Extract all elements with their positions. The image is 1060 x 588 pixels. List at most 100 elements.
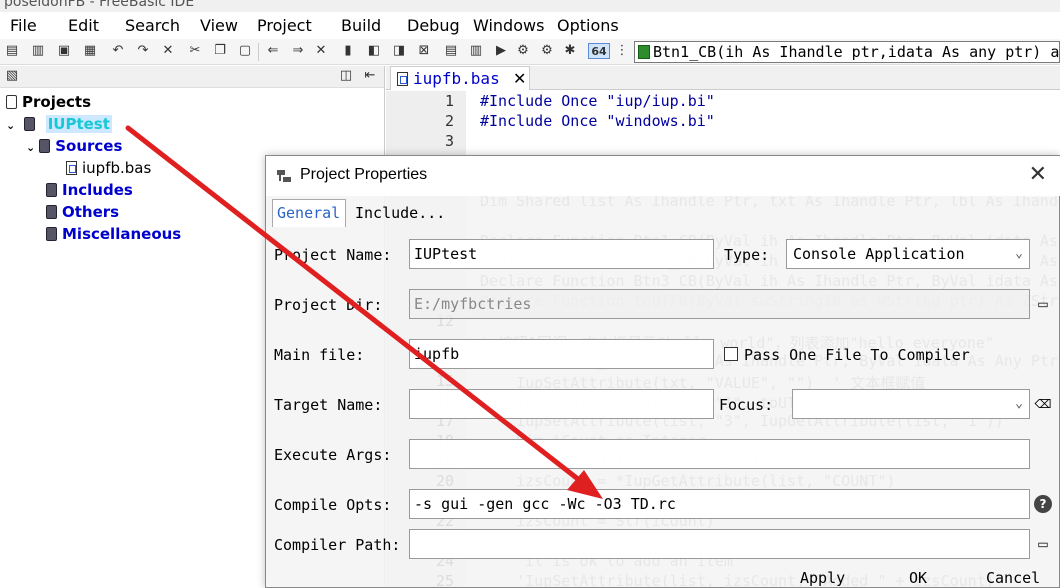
tree-misc-node[interactable]: Miscellaneous [46, 225, 181, 243]
execute-args-input[interactable] [409, 439, 1030, 469]
compile-opts-label: Compile Opts: [274, 496, 392, 514]
compiler-path-input[interactable] [409, 529, 1030, 559]
window-title: poseidonFB - FreeBasic IDE [4, 0, 195, 10]
close-icon[interactable]: ✕ [1029, 162, 1047, 187]
source-file-label: iupfb.bas [82, 159, 152, 177]
bookmark-icon[interactable]: ▮ [340, 43, 356, 59]
pass-one-file-checkbox[interactable] [724, 347, 738, 361]
folder-icon [46, 205, 57, 219]
project-name-input[interactable]: IUPtest [409, 239, 714, 269]
bas-file-icon [66, 161, 77, 175]
help-icon[interactable]: ? [1034, 495, 1052, 513]
code-line[interactable]: #Include Once "windows.bi" [480, 112, 715, 130]
new-file-icon[interactable]: ▤ [4, 43, 20, 59]
project-properties-dialog: Project Properties ✕ General Include... … [265, 155, 1060, 588]
collapse-panel-icon[interactable]: ⇤ [362, 68, 378, 84]
focus-select[interactable]: ⌄ [792, 389, 1030, 419]
forward-icon[interactable]: ⇒ [290, 43, 306, 59]
redo-icon[interactable]: ↷ [135, 43, 151, 59]
clear-icon[interactable]: ✕ [313, 43, 329, 59]
type-select-value: Console Application [793, 245, 965, 263]
run-icon[interactable]: ▶ [493, 43, 509, 59]
folder-icon [46, 227, 57, 241]
main-file-input[interactable]: iupfb [409, 339, 714, 369]
copy-icon[interactable]: ❐ [212, 43, 228, 59]
menu-search[interactable]: Search [125, 16, 180, 35]
execute-args-label: Execute Args: [274, 446, 392, 464]
tab-include[interactable]: Include... [350, 199, 450, 227]
tree-others-node[interactable]: Others [46, 203, 119, 221]
folder-icon [39, 139, 51, 153]
target-name-label: Target Name: [274, 396, 383, 414]
build-icon[interactable]: ▥ [468, 43, 484, 59]
back-icon[interactable]: ⇐ [265, 43, 281, 59]
toolbar-separator [258, 43, 259, 61]
bits-64-toggle[interactable]: 64 [588, 43, 610, 59]
tree-root-label: Projects [22, 93, 92, 111]
cancel-button[interactable]: Cancel [986, 569, 1040, 587]
settings-icon[interactable]: ⚙ [515, 43, 531, 59]
target-name-input[interactable] [409, 389, 714, 419]
misc-label: Miscellaneous [62, 225, 182, 243]
prev-bookmark-icon[interactable]: ◧ [366, 43, 382, 59]
next-bookmark-icon[interactable]: ◨ [391, 43, 407, 59]
type-select[interactable]: Console Application ⌄ [786, 239, 1030, 269]
open-file-icon[interactable]: ▥ [30, 43, 46, 59]
tab-iupfb[interactable]: iupfb.bas ✕ [390, 66, 530, 90]
compile-icon[interactable]: ▤ [443, 43, 459, 59]
paste-icon[interactable]: ▢ [237, 43, 253, 59]
menu-windows[interactable]: Windows [473, 16, 544, 35]
close-tab-icon[interactable]: ✕ [513, 69, 526, 88]
collapse-chevron-icon[interactable]: ⌄ [6, 119, 15, 132]
clear-bookmarks-icon[interactable]: ⊠ [416, 43, 432, 59]
folder-browse-icon[interactable]: ▭ [1034, 295, 1052, 313]
tree-source-file[interactable]: iupfb.bas [66, 159, 151, 177]
others-label: Others [62, 203, 120, 221]
tree-project-node[interactable]: ⌄ IUPtest [6, 115, 112, 133]
code-line[interactable]: #Include Once "iup/iup.bi" [480, 92, 715, 110]
tree-sources-node[interactable]: ⌄ Sources [26, 137, 122, 155]
undo-icon[interactable]: ↶ [110, 43, 126, 59]
includes-label: Includes [62, 181, 133, 199]
folder-browse-icon[interactable]: ▭ [1034, 535, 1052, 553]
menu-project[interactable]: Project [257, 16, 312, 35]
menu-edit[interactable]: Edit [68, 16, 99, 35]
menu-view[interactable]: View [200, 16, 238, 35]
main-file-label: Main file: [274, 346, 365, 364]
project-panel-header: ▧ ◫ ⇤ [0, 66, 384, 88]
expand-chevron-icon[interactable]: ⌄ [26, 141, 35, 154]
apply-button[interactable]: Apply [800, 569, 845, 587]
compile-opts-input[interactable]: -s gui -gen gcc -Wc -O3 TD.rc [409, 489, 1030, 519]
window-title-bar: poseidonFB - FreeBasic IDE [0, 0, 1060, 12]
project-dir-input[interactable]: E:/myfbctries [409, 289, 1030, 319]
cut-icon[interactable]: ✂ [187, 43, 203, 59]
function-icon [638, 45, 650, 59]
menu-build[interactable]: Build [341, 16, 381, 35]
toolbar: ▤ ▥ ▣ ▦ ↶ ↷ ✕ ✂ ❐ ▢ ⇐ ⇒ ✕ ▮ ◧ ◨ ⊠ ▤ ▥ ▶ … [0, 39, 1060, 65]
save-icon[interactable]: ▣ [56, 43, 72, 59]
function-list-combo[interactable]: Btn1_CB(ih As Ihandle ptr,idata As any p… [634, 41, 1060, 63]
type-label: Type: [724, 246, 770, 264]
ok-button[interactable]: OK [909, 569, 927, 587]
pass-one-file-label: Pass One File To Compiler [744, 346, 970, 364]
line-number: 3 [444, 132, 454, 150]
project-label: IUPtest [45, 115, 112, 133]
function-combo-text: Btn1_CB(ih As Ihandle ptr,idata As any p… [653, 43, 1060, 61]
line-number: 2 [444, 112, 454, 130]
tree-includes-node[interactable]: Includes [46, 181, 133, 199]
debug-icon[interactable]: ✱ [562, 43, 578, 59]
eraser-icon[interactable]: ⌫ [1034, 395, 1052, 413]
menu-options[interactable]: Options [557, 16, 619, 35]
menu-bar: File Edit Search View Project Build Debu… [0, 12, 1060, 39]
save-all-icon[interactable]: ▦ [82, 43, 98, 59]
tab-general[interactable]: General [272, 199, 346, 227]
build-settings-icon[interactable]: ⚙ [539, 43, 555, 59]
close-icon[interactable]: ✕ [160, 43, 176, 59]
menu-debug[interactable]: Debug [407, 16, 460, 35]
properties-icon [277, 170, 291, 182]
pin-icon[interactable]: ◫ [338, 68, 354, 84]
tree-root-projects[interactable]: Projects [6, 93, 91, 111]
folder-icon [46, 183, 57, 197]
menu-file[interactable]: File [10, 16, 37, 35]
outline-icon[interactable]: ⋮ [614, 43, 630, 59]
